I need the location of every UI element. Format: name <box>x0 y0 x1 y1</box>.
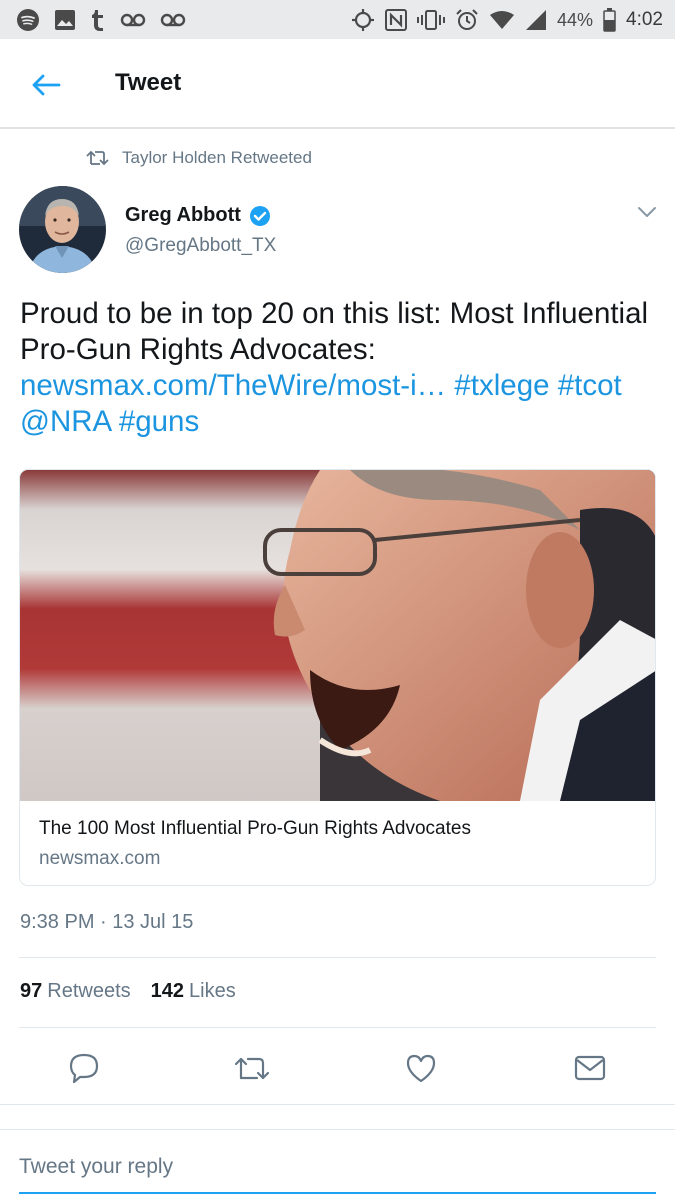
author-name[interactable]: Greg Abbott <box>125 204 271 227</box>
status-bar-notifications <box>16 6 186 34</box>
message-button[interactable] <box>568 1046 612 1090</box>
engagement-stats: 97 Retweets 142 Likes <box>20 980 236 1003</box>
retweet-icon <box>234 1057 270 1080</box>
tweet-timestamp: 9:38 PM · 13 Jul 15 <box>20 911 194 933</box>
alarm-icon <box>455 8 479 32</box>
tumblr-icon <box>90 8 106 32</box>
retweets-stat[interactable]: 97 Retweets <box>20 980 131 1003</box>
status-bar-system: 44% 4:02 <box>351 6 663 34</box>
author-display-name: Greg Abbott <box>125 204 241 226</box>
status-bar: 44% 4:02 <box>0 0 675 39</box>
author-handle[interactable]: @GregAbbott_TX <box>125 235 276 257</box>
reply-input[interactable] <box>19 1152 655 1182</box>
tweet-menu-button[interactable] <box>634 200 660 224</box>
retweet-context[interactable]: Taylor Holden Retweeted <box>86 146 312 170</box>
clock: 4:02 <box>626 9 663 30</box>
voicemail-icon <box>120 12 146 28</box>
message-icon <box>574 1055 606 1081</box>
reply-button[interactable] <box>62 1046 106 1090</box>
voicemail-icon <box>160 12 186 28</box>
reply-icon <box>69 1053 99 1084</box>
wifi-icon <box>489 10 515 30</box>
chevron-down-icon <box>638 207 656 217</box>
vibrate-icon <box>416 9 445 31</box>
link-card[interactable]: The 100 Most Influential Pro-Gun Rights … <box>19 469 656 886</box>
hashtag-guns[interactable]: #guns <box>119 405 199 438</box>
spotify-icon <box>16 8 40 32</box>
tweet-actions <box>0 1040 675 1096</box>
like-icon <box>406 1054 436 1083</box>
tweet-link[interactable]: newsmax.com/TheWire/most-i… <box>20 369 446 402</box>
divider <box>19 1027 656 1028</box>
hashtag-txlege[interactable]: #txlege <box>454 369 549 402</box>
reply-input-underline <box>19 1192 656 1194</box>
signal-icon <box>525 9 547 31</box>
battery-percent: 44% <box>556 9 594 30</box>
card-title: The 100 Most Influential Pro-Gun Rights … <box>39 818 471 839</box>
reply-bar <box>0 1129 675 1200</box>
likes-stat[interactable]: 142 Likes <box>151 980 236 1003</box>
hashtag-tcot[interactable]: #tcot <box>558 369 622 402</box>
card-image <box>20 470 655 801</box>
retweets-label: Retweets <box>47 980 131 1002</box>
retweets-count: 97 <box>20 980 43 1002</box>
arrow-left-icon <box>32 74 61 96</box>
divider <box>0 1104 675 1105</box>
back-button[interactable] <box>22 65 70 105</box>
tweet-body: Proud to be in top 20 on this list: Most… <box>20 297 649 366</box>
card-domain: newsmax.com <box>39 848 161 869</box>
tweet-text: Proud to be in top 20 on this list: Most… <box>20 296 650 440</box>
avatar[interactable] <box>19 186 106 273</box>
page-title: Tweet <box>115 69 182 96</box>
location-icon <box>351 8 375 32</box>
retweet-button[interactable] <box>231 1046 275 1090</box>
battery-icon <box>603 8 616 32</box>
likes-count: 142 <box>150 980 184 1002</box>
app-header: Tweet <box>0 39 675 129</box>
retweet-context-label: Taylor Holden Retweeted <box>122 148 312 167</box>
mention-nra[interactable]: @NRA <box>20 405 111 438</box>
like-button[interactable] <box>399 1046 443 1090</box>
verified-badge-icon <box>249 205 270 226</box>
likes-label: Likes <box>189 980 236 1002</box>
retweet-small-icon <box>86 150 109 166</box>
gallery-icon <box>54 9 76 31</box>
divider <box>19 957 656 958</box>
nfc-icon <box>384 9 407 31</box>
